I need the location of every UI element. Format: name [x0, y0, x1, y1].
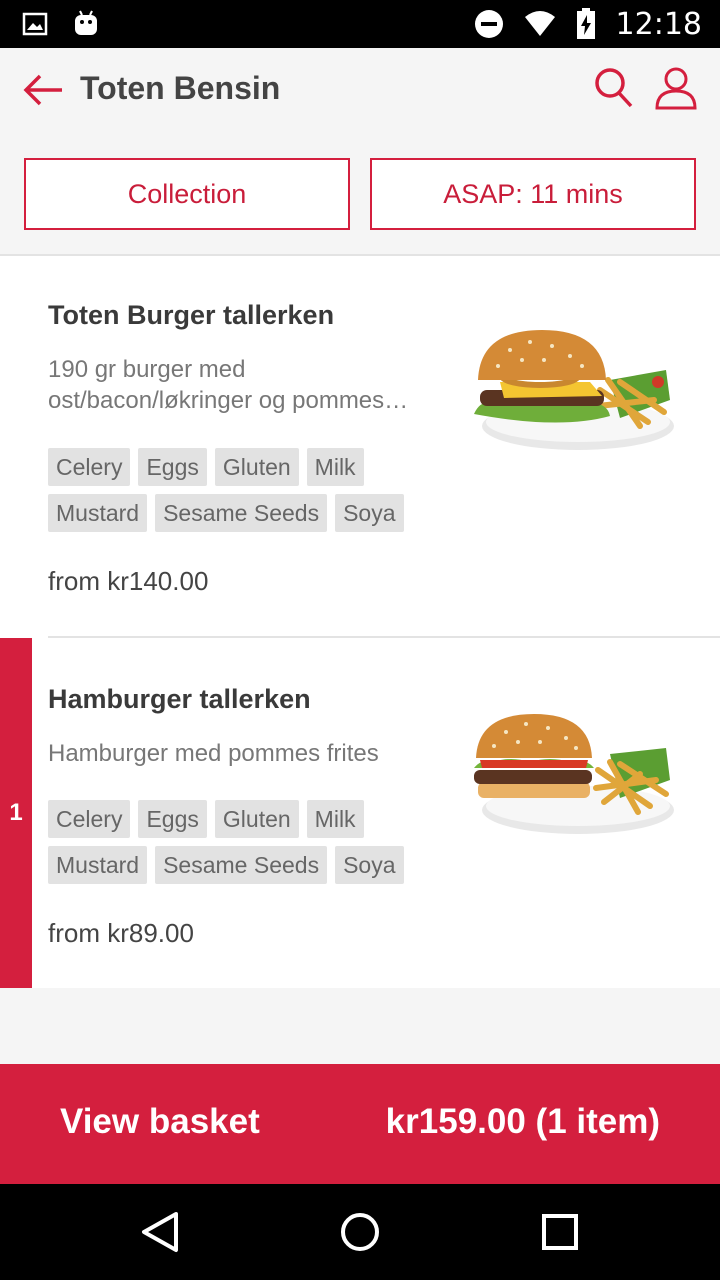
allergen-tag: Gluten — [214, 800, 299, 838]
image-icon — [22, 12, 48, 36]
allergen-tag: Soya — [335, 494, 404, 532]
allergen-tag: Eggs — [138, 800, 207, 838]
wifi-icon — [524, 11, 555, 36]
allergen-tag: Gluten — [214, 448, 299, 486]
item-name: Hamburger tallerken — [48, 684, 311, 714]
view-basket-button[interactable]: View basket kr159.00 (1 item) — [0, 1064, 720, 1184]
menu-item[interactable]: 1 Hamburger tallerken Hamburger med pomm… — [0, 638, 720, 988]
back-arrow-icon[interactable] — [22, 70, 66, 110]
allergen-tag: Eggs — [138, 448, 207, 486]
back-triangle-icon[interactable] — [134, 1206, 186, 1258]
page-title: Toten Bensin — [80, 70, 281, 106]
burger-plate-image — [474, 330, 674, 450]
allergen-tag: Mustard — [48, 494, 148, 532]
allergen-tag: Soya — [335, 846, 404, 884]
allergen-tags: Celery Eggs Gluten Milk Mustard Sesame S… — [48, 800, 448, 884]
item-price: from kr89.00 — [48, 918, 194, 948]
quantity-badge: 1 — [0, 638, 32, 988]
basket-total: kr159.00 (1 item) — [385, 1102, 660, 1141]
battery-icon — [576, 8, 595, 39]
item-name: Toten Burger tallerken — [48, 300, 335, 330]
allergen-tag: Sesame Seeds — [155, 494, 328, 532]
allergen-tag: Milk — [306, 448, 364, 486]
allergen-tag: Celery — [48, 800, 131, 838]
item-price: from kr140.00 — [48, 566, 209, 596]
do-not-disturb-icon — [474, 10, 503, 38]
allergen-tag: Milk — [306, 800, 364, 838]
delivery-time-button[interactable]: ASAP: 11 mins — [370, 158, 696, 230]
hamburger-plate-image — [474, 714, 674, 834]
home-circle-icon[interactable] — [334, 1206, 386, 1258]
status-bar: 12:18 — [0, 0, 720, 48]
allergen-tag: Celery — [48, 448, 131, 486]
navigation-bar — [0, 1184, 720, 1280]
recents-square-icon[interactable] — [534, 1206, 586, 1258]
profile-icon[interactable] — [654, 66, 698, 110]
menu-item[interactable]: Toten Burger tallerken 190 gr burger med… — [0, 256, 720, 638]
clock: 12:18 — [615, 6, 702, 42]
app-bar: Toten Bensin — [0, 48, 720, 134]
basket-label: View basket — [60, 1102, 260, 1141]
allergen-tags: Celery Eggs Gluten Milk Mustard Sesame S… — [48, 448, 448, 532]
android-icon — [75, 10, 97, 35]
item-description: Hamburger med pommes frites — [48, 740, 379, 767]
search-icon[interactable] — [594, 66, 634, 110]
allergen-tag: Mustard — [48, 846, 148, 884]
collection-button[interactable]: Collection — [24, 158, 350, 230]
item-description: 190 gr burger med ost/bacon/løkringer og… — [48, 356, 409, 414]
allergen-tag: Sesame Seeds — [155, 846, 328, 884]
